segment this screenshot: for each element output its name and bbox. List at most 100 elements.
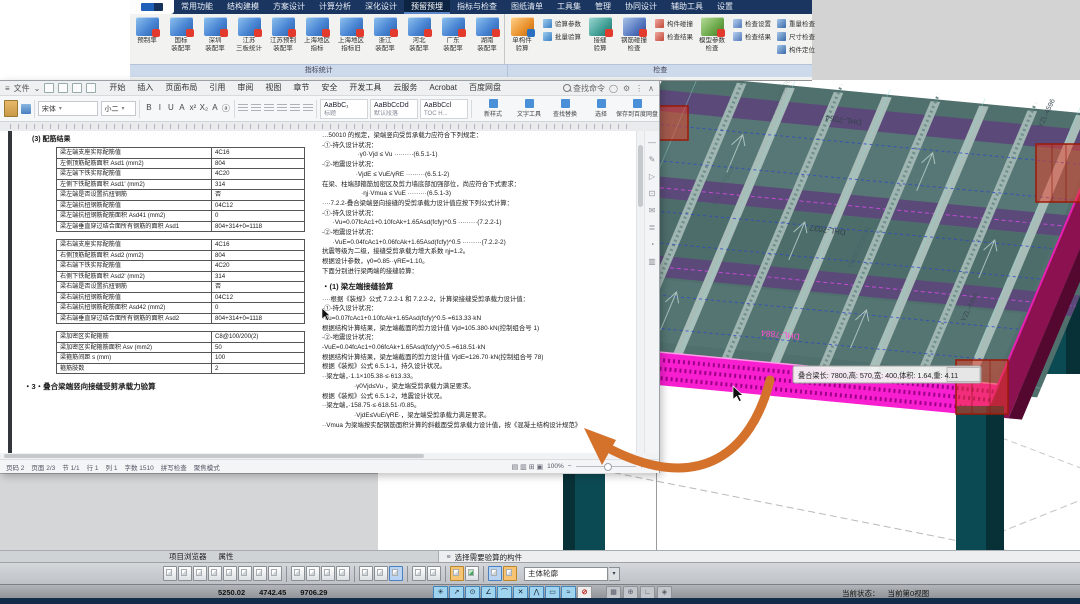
cad-ribbon-tab[interactable]: 深化设计	[358, 0, 404, 14]
cad-ribbon-tab[interactable]: 方案设计	[266, 0, 312, 14]
number-list-icon[interactable]	[251, 104, 261, 113]
paste-icon[interactable]	[4, 100, 18, 117]
format-painter-icon[interactable]	[21, 104, 31, 114]
view-mode-icons[interactable]: ▤ ▥ ⊞ ▣	[512, 463, 544, 471]
view-tool-icon[interactable]	[359, 566, 373, 581]
view-tool-icon[interactable]	[407, 566, 408, 582]
view-tool-icon[interactable]	[306, 566, 320, 581]
cad-ribbon-tab[interactable]: 工具集	[550, 0, 588, 14]
ribbon-small-button[interactable]: 重量检查	[777, 18, 815, 28]
ribbon-button-seam-check[interactable]: 接缝 验算	[583, 15, 617, 53]
view-tool-icon[interactable]	[286, 566, 287, 582]
ribbon-small-button[interactable]: 构件碰撞	[655, 18, 693, 28]
view-tool-icon[interactable]	[450, 566, 464, 581]
side-tool-icon[interactable]: ≣	[649, 224, 656, 232]
theme-icon[interactable]: ◯	[609, 84, 618, 93]
ribbon-small-button[interactable]: 构件定位	[777, 44, 815, 54]
view-tool-icon[interactable]	[238, 566, 252, 581]
view-tool-icon[interactable]	[503, 566, 517, 581]
style-card[interactable]: AaBbC₁ 标题	[320, 99, 368, 119]
shading-icon[interactable]	[303, 104, 313, 113]
ribbon-button[interactable]: 江苏预制 装配率	[266, 15, 300, 53]
side-tool-icon[interactable]: —	[648, 139, 656, 147]
font-name-select[interactable]: 宋体▾	[38, 101, 98, 116]
find-command[interactable]: 查找命令	[563, 83, 605, 94]
ribbon-button-model-param-check[interactable]: 模型参数 检查	[695, 15, 729, 53]
view-tool-icon[interactable]	[389, 566, 403, 581]
file-menu[interactable]: 文件	[14, 83, 30, 94]
cad-ribbon-tab[interactable]: 预留预埋	[404, 0, 450, 14]
ribbon-small-button[interactable]: 检查设置	[733, 18, 771, 28]
collapse-ribbon-icon[interactable]: ∧	[648, 84, 654, 93]
cad-ribbon-tab[interactable]: 指标与检查	[450, 0, 504, 14]
format-button[interactable]: B	[143, 103, 154, 114]
word-ribbon-tab[interactable]: 引用	[204, 82, 230, 94]
view-tool-icon[interactable]	[374, 566, 388, 581]
word-action-button[interactable]: 新样式	[475, 99, 511, 118]
word-ribbon-tab[interactable]: 百度网盘	[464, 82, 506, 94]
ribbon-button[interactable]: 预制率	[130, 15, 164, 53]
word-ribbon-tab[interactable]: 开发工具	[344, 82, 386, 94]
ribbon-button[interactable]: 湖南 装配率	[470, 15, 504, 53]
view-tool-icon[interactable]	[427, 566, 441, 581]
ribbon-small-button[interactable]: 尺寸检查	[777, 31, 815, 41]
zoom-slider-knob[interactable]	[604, 463, 612, 471]
redo-icon[interactable]	[86, 83, 96, 93]
save-icon[interactable]	[44, 83, 54, 93]
view-tool-icon[interactable]	[268, 566, 282, 581]
ribbon-button-rebar-clash[interactable]: 钢筋碰撞 检查	[617, 15, 651, 53]
word-action-button[interactable]: 保存到百度网盘	[619, 99, 655, 118]
ribbon-button-single-check[interactable]: 单构件 验算	[505, 15, 539, 53]
ribbon-button[interactable]: 国标 装配率	[164, 15, 198, 53]
format-button[interactable]: A	[209, 103, 220, 114]
view-tool-icon[interactable]	[178, 566, 192, 581]
word-ribbon-tab[interactable]: 章节	[288, 82, 314, 94]
ribbon-small-button[interactable]: 批量验算	[543, 31, 581, 41]
view-tool-icon[interactable]	[336, 566, 350, 581]
cad-ribbon-tab[interactable]: 辅助工具	[664, 0, 710, 14]
more-icon[interactable]: ⋮	[635, 84, 643, 93]
view-tool-icon[interactable]	[193, 566, 207, 581]
view-tool-icon[interactable]	[483, 566, 484, 582]
align-icon[interactable]	[277, 104, 287, 113]
undo-icon[interactable]	[72, 83, 82, 93]
cad-ribbon-tab[interactable]: 计算分析	[312, 0, 358, 14]
ribbon-button[interactable]: 广东 装配率	[436, 15, 470, 53]
zoom-in-button[interactable]: +	[640, 463, 644, 470]
chevron-down-icon[interactable]: ⌄	[34, 84, 41, 93]
cad-ribbon-tab[interactable]: 设置	[710, 0, 740, 14]
side-tool-icon[interactable]: ✉	[649, 207, 656, 215]
cad-ribbon-tab[interactable]: 结构建模	[220, 0, 266, 14]
column-left[interactable]	[563, 474, 605, 553]
font-size-select[interactable]: 小二▾	[101, 101, 137, 116]
view-tool-icon[interactable]	[208, 566, 222, 581]
scrollbar-thumb[interactable]	[638, 145, 643, 207]
document-canvas[interactable]: (3) 配筋结果 梁左端支座实际配筋值4C16左侧顶筋配筋面积 Asd1 (mm…	[0, 131, 659, 453]
fullscreen-icon[interactable]: ⤢	[647, 463, 653, 471]
view-tool-icon[interactable]	[354, 566, 355, 582]
word-action-button[interactable]: 查找替换	[547, 99, 583, 118]
ribbon-small-button[interactable]: 验算参数	[543, 18, 581, 28]
ribbon-button[interactable]: 深圳 装配率	[198, 15, 232, 53]
zoom-out-button[interactable]: −	[568, 463, 572, 470]
view-tool-icon[interactable]	[163, 566, 177, 581]
view-tool-icon[interactable]	[488, 566, 502, 581]
ribbon-small-button[interactable]: 检查结果	[655, 31, 693, 41]
ribbon-small-button[interactable]: 检查结果	[733, 31, 771, 41]
ribbon-button[interactable]: 江苏 三板统计	[232, 15, 266, 53]
format-button[interactable]: ⓐ	[220, 103, 231, 114]
word-ribbon-tab[interactable]: Acrobat	[424, 82, 462, 94]
format-button[interactable]: X₂	[198, 103, 209, 114]
view-tool-icon[interactable]	[465, 566, 479, 581]
format-button[interactable]: A	[176, 103, 187, 114]
settings-icon[interactable]: ⚙	[623, 84, 630, 93]
view-tool-icon[interactable]	[445, 566, 446, 582]
word-ribbon-tab[interactable]: 插入	[132, 82, 158, 94]
ribbon-button[interactable]: 河北 装配率	[402, 15, 436, 53]
format-button[interactable]: U	[165, 103, 176, 114]
view-tool-icon[interactable]	[223, 566, 237, 581]
indent-icon[interactable]	[264, 104, 274, 113]
side-tool-icon[interactable]: ▥	[648, 258, 656, 266]
cad-ribbon-tab[interactable]: 图纸清单	[504, 0, 550, 14]
word-ribbon-tab[interactable]: 视图	[260, 82, 286, 94]
